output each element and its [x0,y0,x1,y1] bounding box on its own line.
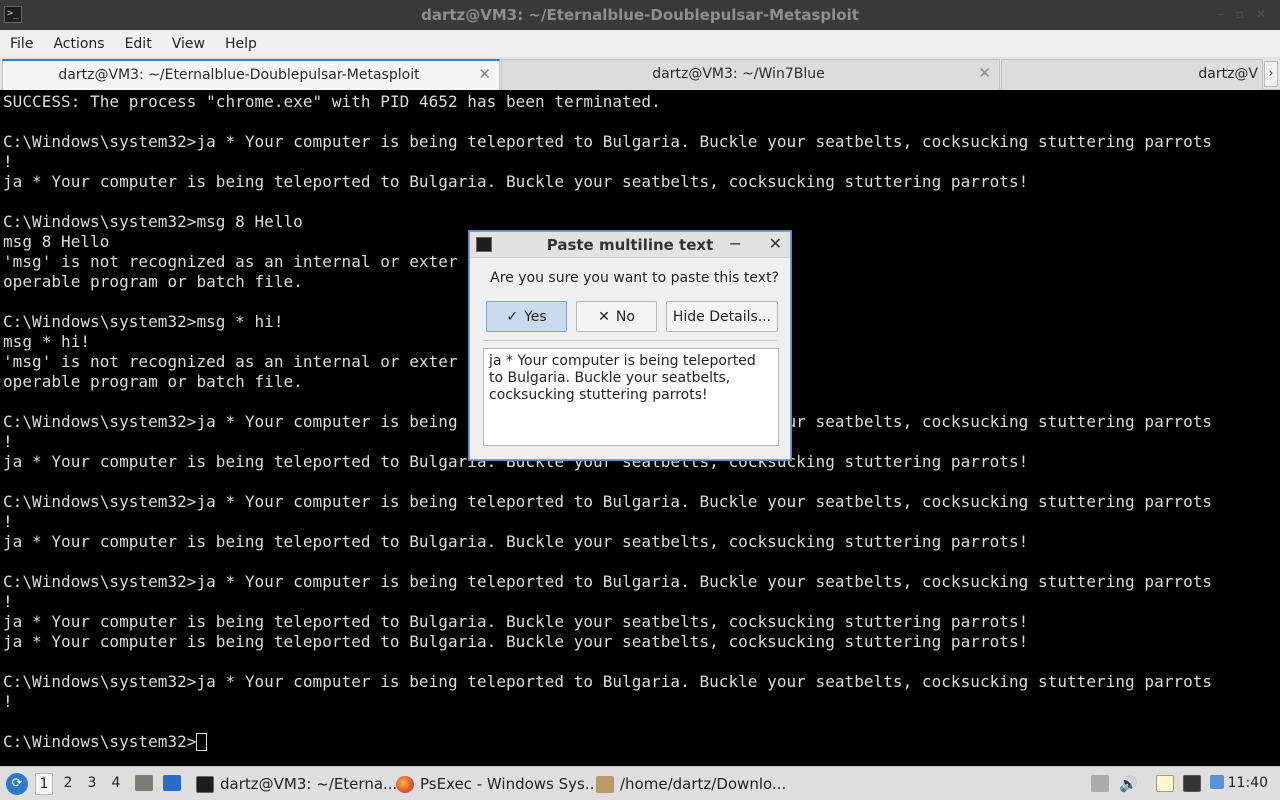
terminal-icon [196,775,214,793]
tray-arrow-icon[interactable] [1091,775,1109,792]
terminal-line: 'msg' is not recognized as an internal o… [3,252,458,271]
workspace-1[interactable]: 1 [35,773,53,795]
tab-label: dartz@VM3: ~/Eternalblue-Doublepulsar-Me… [58,67,420,83]
menu-file[interactable]: File [0,36,43,52]
terminal-line: C:\Windows\system32>ja * Your computer i… [3,672,1213,691]
tab-label: dartz@VM3: ~/Win7Blue [652,66,825,82]
update-notifier-icon[interactable] [1210,775,1224,789]
workspace-4[interactable]: 4 [107,775,125,791]
tab-close-icon[interactable]: ✕ [478,65,491,83]
terminal-cursor [195,733,207,751]
task-label: /home/dartz/Downlo... [620,775,787,793]
task-archive[interactable]: /home/dartz/Downlo... [592,770,786,798]
terminal-line: ja * Your computer is being teleported t… [3,532,1029,551]
hide-details-button[interactable]: Hide Details... [666,301,778,332]
taskbar: ⟳ 1 2 3 4 dartz@VM3: ~/Eterna... PsExec … [0,766,1280,800]
clipboard-icon[interactable] [1156,775,1174,792]
task-label: dartz@VM3: ~/Eterna... [220,775,398,793]
terminal-line: C:\Windows\system32>ja * Your computer i… [3,492,1213,511]
window-titlebar[interactable]: >_ dartz@VM3: ~/Eternalblue-Doublepulsar… [0,0,1280,30]
terminal-line: 'msg' is not recognized as an internal o… [3,352,458,371]
dialog-question: Are you sure you want to paste this text… [490,270,779,286]
no-button[interactable]: ✕ No [576,301,657,332]
check-icon: ✓ [506,308,519,325]
x-icon: ✕ [598,308,610,325]
terminal-line: ! [3,152,13,171]
yes-button[interactable]: ✓ Yes [486,301,567,332]
terminal-line: ja * Your computer is being teleported t… [3,172,1029,191]
file-manager-icon[interactable] [135,775,153,791]
hide-details-label: Hide Details... [672,308,772,325]
terminal-line: msg * hi! [3,332,91,351]
terminal-line: ! [3,692,13,711]
menu-help[interactable]: Help [215,36,267,52]
window-controls: – ▫ ✕ [1218,7,1266,21]
close-icon[interactable]: ✕ [769,234,782,253]
terminal-line: ja * Your computer is being teleported t… [3,632,1029,651]
workspace-2[interactable]: 2 [59,775,77,791]
terminal-line: SUCCESS: The process "chrome.exe" with P… [3,92,661,111]
clock[interactable]: 11:40 [1228,775,1268,791]
terminal-line: operable program or batch file. [3,372,303,391]
menu-actions[interactable]: Actions [43,36,114,52]
window-title: dartz@VM3: ~/Eternalblue-Doublepulsar-Me… [421,6,859,24]
terminal-line: C:\Windows\system32>ja * Your computer i… [3,572,1213,591]
no-label: No [615,308,635,325]
tab-third[interactable]: dartz@V [1001,59,1263,90]
paste-preview-text[interactable]: ja * Your computer is being teleported t… [483,348,779,446]
paste-multiline-dialog: Paste multiline text − ✕ Are you sure yo… [469,231,791,460]
terminal-line: ! [3,512,13,531]
terminal-line: C:\Windows\system32>msg * hi! [3,312,284,331]
dialog-title: Paste multiline text [546,236,714,254]
terminal-line: ! [3,592,13,611]
terminal-line: ja * Your computer is being teleported t… [3,612,1029,631]
volume-icon[interactable]: 🔊 [1119,775,1138,793]
tab-scroll-right-icon[interactable]: › [1264,61,1278,87]
menu-edit[interactable]: Edit [115,36,162,52]
terminal-line: operable program or batch file. [3,272,303,291]
start-menu-icon[interactable]: ⟳ [6,773,28,795]
show-desktop-icon[interactable] [163,775,181,791]
terminal-line: C:\Windows\system32>msg 8 Hello [3,212,303,231]
tab-win7blue[interactable]: dartz@VM3: ~/Win7Blue ✕ [501,59,1000,90]
task-label: PsExec - Windows Sys... [420,775,600,793]
tab-label: dartz@V [1198,66,1258,82]
close-icon[interactable]: ✕ [1256,7,1266,21]
terminal-line: C:\Windows\system32>ja * Your computer i… [3,132,1213,151]
terminal-line: ! [3,432,13,451]
minimize-icon[interactable]: – [1218,7,1224,21]
yes-label: Yes [524,308,547,325]
tab-close-icon[interactable]: ✕ [978,64,991,82]
menubar: File Actions Edit View Help [0,30,1280,57]
terminal-line: msg 8 Hello [3,232,110,251]
dialog-titlebar[interactable]: Paste multiline text − ✕ [470,232,790,258]
workspace-3[interactable]: 3 [83,775,101,791]
tab-bar: dartz@VM3: ~/Eternalblue-Doublepulsar-Me… [0,57,1280,90]
firefox-icon [396,775,414,793]
task-terminal[interactable]: dartz@VM3: ~/Eterna... [192,770,397,798]
tab-eternalblue[interactable]: dartz@VM3: ~/Eternalblue-Doublepulsar-Me… [2,59,500,90]
task-firefox[interactable]: PsExec - Windows Sys... [392,770,599,798]
maximize-icon[interactable]: ▫ [1236,7,1244,21]
minimize-icon[interactable]: − [729,234,742,253]
dialog-separator [483,340,777,341]
terminal-line: C:\Windows\system32> [3,732,197,751]
network-icon[interactable] [1183,775,1201,792]
archive-icon [596,775,614,793]
menu-view[interactable]: View [162,36,215,52]
